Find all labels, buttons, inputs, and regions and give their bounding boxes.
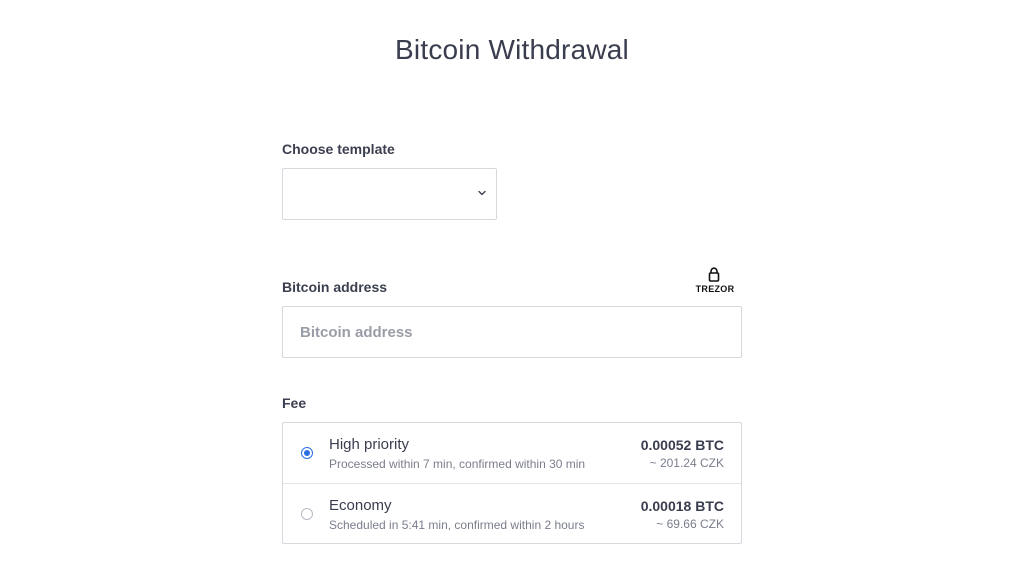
template-label: Choose template	[282, 141, 395, 157]
fee-option-btc: 0.00018 BTC	[640, 498, 724, 514]
fee-option-description: Scheduled in 5:41 min, confirmed within …	[329, 518, 585, 532]
template-select[interactable]	[282, 168, 497, 220]
fee-option-czk: ~ 69.66 CZK	[656, 517, 724, 531]
fee-option-economy[interactable]: Economy Scheduled in 5:41 min, confirmed…	[283, 483, 741, 543]
fee-option-name: High priority	[329, 436, 410, 453]
fee-option-name: Economy	[329, 497, 392, 514]
fee-option-btc: 0.00052 BTC	[640, 437, 724, 453]
fee-option-czk: ~ 201.24 CZK	[649, 456, 724, 470]
fee-option-high-priority[interactable]: High priority Processed within 7 min, co…	[283, 423, 741, 483]
trezor-label: TREZOR	[695, 284, 735, 294]
lock-icon	[708, 267, 720, 282]
bitcoin-address-input[interactable]	[282, 306, 742, 358]
trezor-button[interactable]: TREZOR	[693, 267, 737, 295]
chevron-down-icon	[478, 190, 486, 196]
fee-options: High priority Processed within 7 min, co…	[282, 422, 742, 544]
fee-radio-economy[interactable]	[301, 508, 313, 520]
fee-label: Fee	[282, 395, 307, 411]
fee-radio-high-priority[interactable]	[301, 447, 313, 459]
withdrawal-page: Bitcoin Withdrawal Choose template Bitco…	[0, 0, 1035, 575]
page-title: Bitcoin Withdrawal	[395, 34, 629, 65]
fee-option-description: Processed within 7 min, confirmed within…	[329, 457, 586, 471]
address-label: Bitcoin address	[282, 279, 388, 295]
